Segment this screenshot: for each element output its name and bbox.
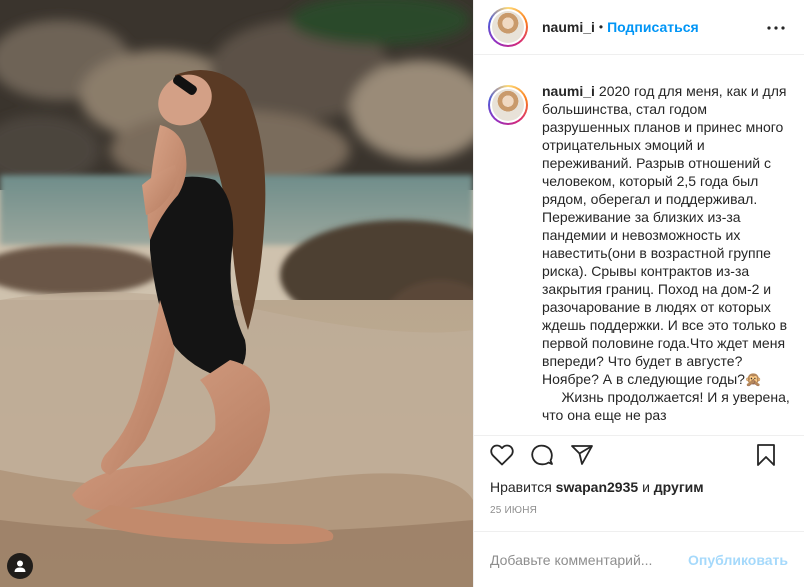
follow-button[interactable]: Подписаться <box>607 19 699 35</box>
beach-photo <box>0 0 473 587</box>
separator-dot: • <box>598 20 604 34</box>
comment-input[interactable] <box>490 551 689 568</box>
post-sidebar: naumi_i • Подписаться naumi_i 2020 год дл… <box>473 0 804 587</box>
likes-user-link[interactable]: swapan2935 <box>556 479 639 495</box>
caption-avatar[interactable] <box>488 85 528 125</box>
comments-area[interactable]: naumi_i 2020 год для меня, как и для боль… <box>474 55 804 435</box>
more-options-button[interactable] <box>766 18 786 38</box>
save-button[interactable] <box>754 443 778 467</box>
share-button[interactable] <box>570 443 594 467</box>
heart-icon <box>490 444 514 465</box>
post-date[interactable]: 25 июня <box>474 497 804 531</box>
user-tag-button[interactable] <box>7 553 33 579</box>
share-icon <box>571 444 593 465</box>
likes-line: Нравится swapan2935 и другим <box>474 473 804 497</box>
caption-username[interactable]: naumi_i <box>542 83 595 99</box>
caption-text-block: naumi_i 2020 год для меня, как и для боль… <box>542 82 790 424</box>
bookmark-icon <box>757 443 775 466</box>
comment-icon <box>531 444 553 465</box>
author-avatar[interactable] <box>488 7 528 47</box>
comment-button[interactable] <box>530 443 554 467</box>
likes-others-link[interactable]: другим <box>654 479 704 495</box>
author-username[interactable]: naumi_i <box>542 19 595 35</box>
likes-prefix: Нравится <box>490 479 552 495</box>
publish-button[interactable]: Опубликовать <box>688 552 788 568</box>
caption: naumi_i 2020 год для меня, как и для боль… <box>488 82 790 424</box>
caption-body: 2020 год для меня, как и для большинства… <box>542 83 790 423</box>
post-header: naumi_i • Подписаться <box>474 0 804 55</box>
likes-and: и <box>642 479 650 495</box>
post-view: naumi_i • Подписаться naumi_i 2020 год дл… <box>0 0 804 587</box>
user-tag-icon <box>14 560 26 572</box>
action-bar <box>474 435 804 473</box>
more-options-icon <box>767 26 785 30</box>
add-comment-bar: Опубликовать <box>474 531 804 587</box>
post-photo[interactable] <box>0 0 473 587</box>
like-button[interactable] <box>490 443 514 467</box>
